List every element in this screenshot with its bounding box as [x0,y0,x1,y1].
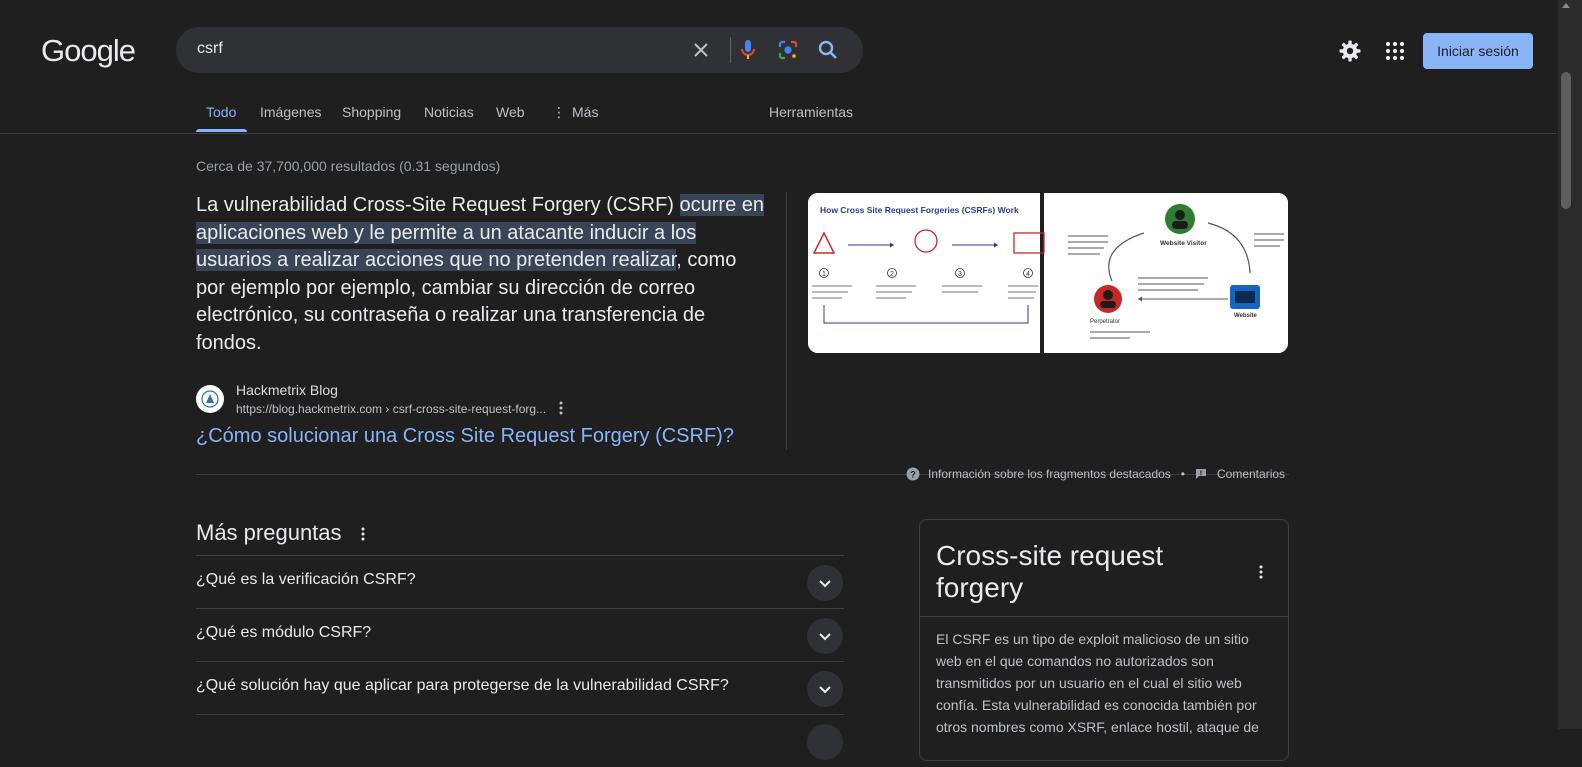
page-scrollbar[interactable] [1558,0,1582,729]
settings-gear-icon[interactable] [1338,39,1362,63]
google-logo[interactable]: Google [41,33,136,69]
paa-question[interactable] [196,715,844,767]
feedback-icon[interactable] [1195,468,1207,480]
chevron-down-icon[interactable] [807,565,843,601]
knowledge-panel: Cross-site request forgery El CSRF es un… [919,519,1289,761]
tab-shopping[interactable]: Shopping [342,104,401,120]
paa-question-text: ¿Qué es módulo CSRF? [196,624,372,641]
diagram-title: How Cross Site Request Forgeries (CSRFs)… [820,205,1019,215]
featured-snippet-image[interactable]: How Cross Site Request Forgeries (CSRFs)… [808,193,1288,353]
paa-question-text: ¿Qué solución hay que aplicar para prote… [196,677,729,694]
tab-imagenes[interactable]: Imágenes [260,104,321,120]
step-label-3: 3 [958,271,962,278]
tab-mas[interactable]: ⋮ Más [552,104,598,121]
search-input[interactable]: csrf [197,40,223,58]
source-name[interactable]: Hackmetrix Blog [236,382,338,398]
snippet-vertical-divider [786,192,787,450]
chevron-down-icon[interactable] [807,671,843,707]
result-stats: Cerca de 37,700,000 resultados (0.31 seg… [196,158,501,174]
tools-button[interactable]: Herramientas [769,104,853,120]
chevron-down-icon[interactable] [807,618,843,654]
tab-todo[interactable]: Todo [206,104,236,120]
source-favicon[interactable] [196,385,224,413]
knowledge-panel-description: El CSRF es un tipo de exploit malicioso … [936,631,1259,735]
source-url[interactable]: https://blog.hackmetrix.com › csrf-cross… [236,402,546,416]
step-label-4: 4 [1026,271,1030,278]
knowledge-panel-divider [920,616,1288,617]
microphone-icon[interactable] [736,38,760,62]
tabs-divider [0,133,1556,134]
scrollbar-thumb[interactable] [1561,72,1571,209]
paa-question[interactable]: ¿Qué solución hay que aplicar para prote… [196,662,844,714]
knowledge-panel-title: Cross-site request forgery [936,540,1164,603]
comments-link[interactable]: Comentarios [1217,467,1285,481]
active-tab-underline [196,129,247,132]
paa-question[interactable]: ¿Qué es módulo CSRF? [196,609,844,661]
search-icon[interactable] [816,38,840,62]
tab-mas-label: Más [572,104,599,120]
paa-question[interactable]: ¿Qué es la verificación CSRF? [196,556,844,608]
featured-snippet-text: La vulnerabilidad Cross-Site Request For… [196,192,766,358]
snippet-feedback-row: ? Información sobre los fragmentos desta… [906,467,1285,481]
paa-more-icon[interactable] [358,526,368,547]
scroll-up-arrow-icon[interactable] [1562,3,1570,8]
google-lens-icon[interactable] [776,38,800,62]
website-label: Website [1234,313,1258,319]
svg-text:?: ? [910,470,916,480]
more-vert-icon: ⋮ [552,104,566,120]
source-more-icon[interactable] [554,400,568,421]
apps-grid-icon[interactable] [1383,39,1407,63]
knowledge-panel-more-icon[interactable] [1256,564,1266,585]
help-icon[interactable]: ? [906,467,920,481]
signin-button[interactable]: Iniciar sesión [1423,33,1533,69]
search-bar[interactable]: csrf [176,27,863,73]
perpetrator-label: Perpetrator [1090,319,1120,325]
clear-icon[interactable] [689,38,713,62]
paa-title: Más preguntas [196,520,342,545]
step-label-2: 2 [890,271,894,278]
search-divider [730,37,731,63]
feedback-separator: • [1180,467,1185,481]
paa-question-text: ¿Qué es la verificación CSRF? [196,571,416,588]
chevron-down-icon[interactable] [807,724,843,760]
snippet-text-before: La vulnerabilidad Cross-Site Request For… [196,194,680,216]
featured-result-link[interactable]: ¿Cómo solucionar una Cross Site Request … [196,425,734,448]
snippet-info-link[interactable]: Información sobre los fragmentos destaca… [928,467,1171,481]
tab-noticias[interactable]: Noticias [424,104,474,120]
visitor-label: Website Visitor [1160,240,1207,247]
tab-web[interactable]: Web [496,104,525,120]
step-label-1: 1 [822,271,826,278]
